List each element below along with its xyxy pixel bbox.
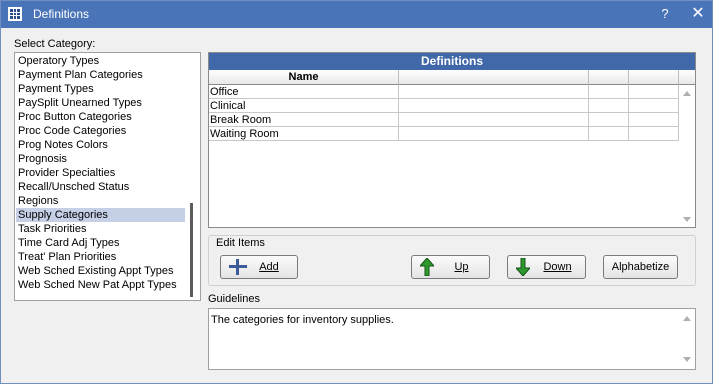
row-name-cell: Clinical bbox=[209, 99, 399, 113]
add-button-label: Add bbox=[259, 261, 279, 273]
green-down-arrow-icon bbox=[516, 258, 530, 276]
close-button[interactable]: ✕ bbox=[688, 5, 708, 23]
category-item[interactable]: Operatory Types bbox=[16, 54, 185, 68]
alphabetize-button-label: Alphabetize bbox=[611, 261, 670, 273]
plus-icon bbox=[229, 259, 247, 275]
row-cell bbox=[399, 85, 589, 99]
row-cell bbox=[629, 85, 679, 99]
category-item[interactable]: PaySplit Unearned Types bbox=[16, 96, 185, 110]
edit-items-label: Edit Items bbox=[216, 237, 265, 249]
definitions-grid[interactable]: Definitions Name Office Clinical Break Roo… bbox=[208, 52, 696, 228]
row-name-cell: Break Room bbox=[209, 113, 399, 127]
guidelines-textbox[interactable]: The categories for inventory supplies. bbox=[208, 308, 696, 370]
category-item[interactable]: Regions bbox=[16, 194, 185, 208]
row-cell bbox=[589, 113, 629, 127]
add-button[interactable]: Add bbox=[220, 255, 298, 279]
scroll-down-arrow-icon[interactable] bbox=[683, 217, 691, 222]
category-item[interactable]: Payment Plan Categories bbox=[16, 68, 185, 82]
green-up-arrow-icon bbox=[420, 258, 434, 276]
category-item[interactable]: Payment Types bbox=[16, 82, 185, 96]
row-cell bbox=[629, 127, 679, 141]
column-header-name[interactable]: Name bbox=[209, 70, 399, 85]
up-button[interactable]: Up bbox=[411, 255, 490, 279]
row-cell bbox=[629, 113, 679, 127]
category-item[interactable]: Web Sched New Pat Appt Types bbox=[16, 278, 185, 292]
table-row[interactable]: Waiting Room bbox=[209, 127, 679, 141]
category-item[interactable]: Recall/Unsched Status bbox=[16, 180, 185, 194]
category-item[interactable]: Time Card Adj Types bbox=[16, 236, 185, 250]
header-corner bbox=[679, 70, 695, 85]
column-header-2[interactable] bbox=[399, 70, 589, 85]
down-button[interactable]: Down bbox=[507, 255, 586, 279]
table-row[interactable]: Clinical bbox=[209, 99, 679, 113]
title-bar: Definitions ? ✕ bbox=[1, 1, 712, 28]
alphabetize-button[interactable]: Alphabetize bbox=[603, 255, 678, 279]
category-item[interactable]: Proc Code Categories bbox=[16, 124, 185, 138]
category-item[interactable]: Web Sched Existing Appt Types bbox=[16, 264, 185, 278]
edit-items-group: Edit Items Add Up Down Alphabetize bbox=[208, 235, 696, 286]
category-item[interactable]: Supply Categories bbox=[16, 208, 185, 222]
category-item[interactable]: Prog Notes Colors bbox=[16, 138, 185, 152]
scroll-up-arrow-icon[interactable] bbox=[683, 91, 691, 96]
category-scroll-thumb[interactable] bbox=[190, 203, 193, 297]
window-title: Definitions bbox=[33, 7, 90, 21]
column-header-3[interactable] bbox=[589, 70, 629, 85]
definitions-window: Definitions ? ✕ Select Category: Operato… bbox=[0, 0, 713, 384]
row-name-cell: Office bbox=[209, 85, 399, 99]
category-item[interactable]: Task Priorities bbox=[16, 222, 185, 236]
category-scrollbar[interactable] bbox=[183, 53, 199, 300]
row-cell bbox=[589, 127, 629, 141]
guidelines-scrollbar[interactable] bbox=[679, 309, 695, 369]
row-cell bbox=[399, 113, 589, 127]
table-row[interactable]: Office bbox=[209, 85, 679, 99]
guidelines-scroll-up-icon[interactable] bbox=[683, 316, 691, 321]
category-item[interactable]: Prognosis bbox=[16, 152, 185, 166]
row-cell bbox=[399, 99, 589, 113]
app-grid-icon bbox=[8, 7, 22, 21]
definitions-scrollbar[interactable] bbox=[679, 85, 695, 227]
row-cell bbox=[399, 127, 589, 141]
row-name-cell: Waiting Room bbox=[209, 127, 399, 141]
guidelines-text: The categories for inventory supplies. bbox=[211, 314, 394, 326]
row-cell bbox=[589, 99, 629, 113]
help-button[interactable]: ? bbox=[655, 5, 675, 23]
row-cell bbox=[589, 85, 629, 99]
category-item[interactable]: Provider Specialties bbox=[16, 166, 185, 180]
up-button-label: Up bbox=[454, 261, 469, 273]
guidelines-scroll-down-icon[interactable] bbox=[683, 357, 691, 362]
category-item[interactable]: Proc Button Categories bbox=[16, 110, 185, 124]
definitions-header: Definitions bbox=[209, 53, 695, 70]
column-header-4[interactable] bbox=[629, 70, 679, 85]
row-cell bbox=[629, 99, 679, 113]
category-list[interactable]: Operatory Types Payment Plan Categories Pa… bbox=[14, 52, 201, 301]
category-item[interactable]: Treat' Plan Priorities bbox=[16, 250, 185, 264]
table-row[interactable]: Break Room bbox=[209, 113, 679, 127]
guidelines-label: Guidelines bbox=[208, 293, 260, 305]
down-button-label: Down bbox=[543, 261, 572, 273]
select-category-label: Select Category: bbox=[14, 38, 96, 50]
